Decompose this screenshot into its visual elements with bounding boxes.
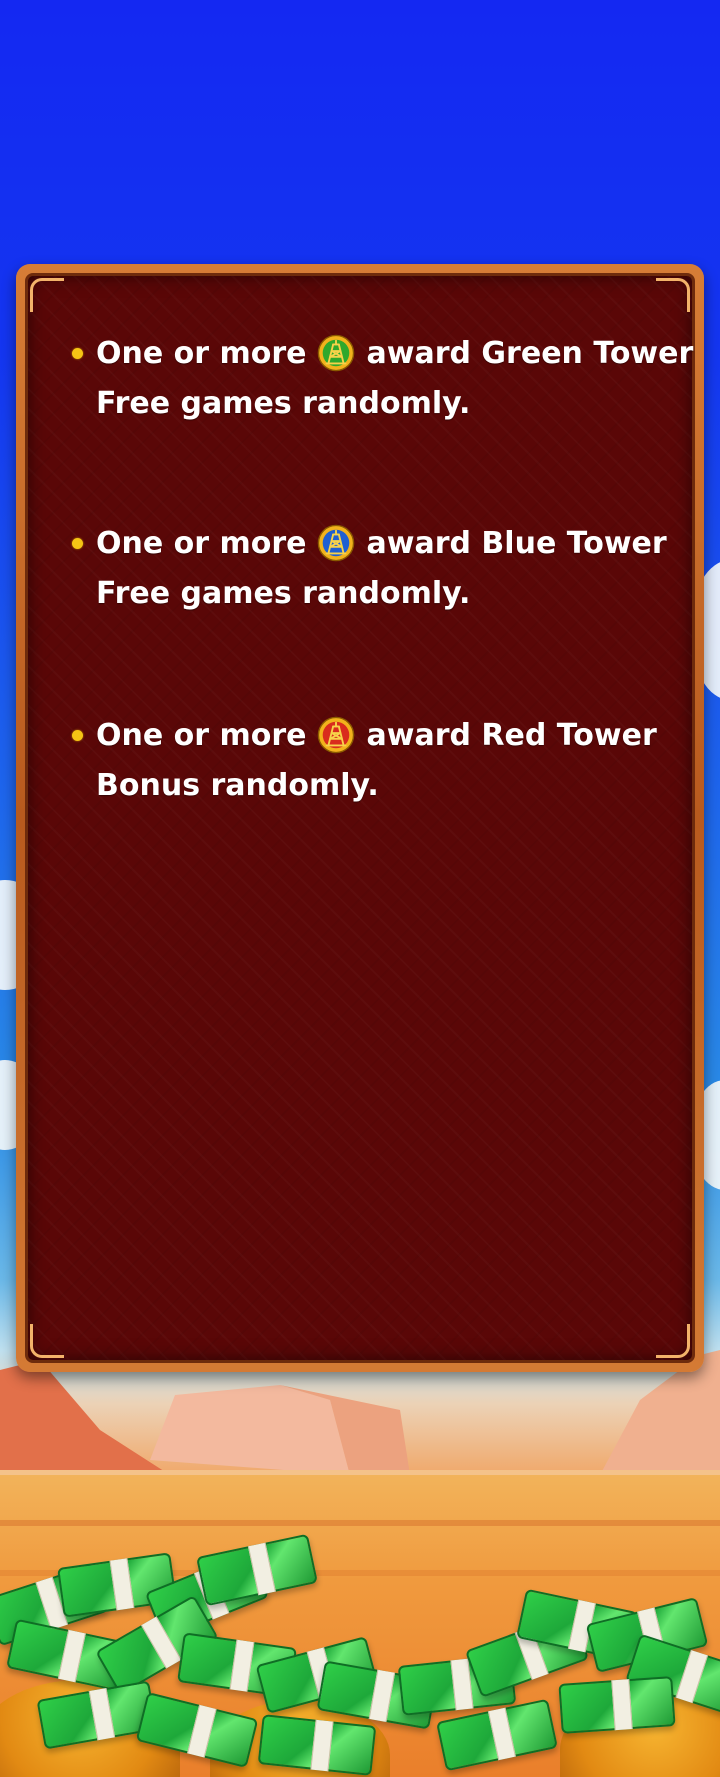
- rule-text-prefix: One or more: [96, 335, 307, 371]
- frame-corner-ornament: [30, 278, 64, 312]
- bullet-dot: [72, 729, 83, 741]
- rule-text-suffix: award Red Tower: [366, 717, 657, 753]
- rule-text-line2: Bonus randomly.: [96, 767, 379, 803]
- game-background: One or more award Green Tower Free games…: [0, 0, 720, 1777]
- blue-tower-icon: [317, 524, 354, 562]
- bullet-dot: [72, 347, 83, 359]
- rule-text-suffix: award Green Tower: [366, 335, 694, 371]
- bullet-dot: [72, 537, 83, 549]
- frame-corner-ornament: [656, 278, 690, 312]
- rule-text-prefix: One or more: [96, 717, 307, 753]
- rules-panel: One or more award Green Tower Free games…: [25, 273, 695, 1363]
- rules-panel-frame: One or more award Green Tower Free games…: [16, 264, 704, 1372]
- frame-corner-ornament: [656, 1324, 690, 1358]
- frame-corner-ornament: [30, 1324, 64, 1358]
- money-pile: [0, 1533, 720, 1777]
- rule-item-red: One or more award Red Tower Bonus random…: [72, 710, 672, 810]
- rule-item-blue: One or more award Blue Tower Free games …: [72, 518, 672, 618]
- rule-item-green: One or more award Green Tower Free games…: [72, 328, 693, 428]
- rule-text-suffix: award Blue Tower: [366, 525, 667, 561]
- rule-text-line2: Free games randomly.: [96, 575, 471, 611]
- green-tower-icon: [317, 334, 354, 372]
- rule-text-line2: Free games randomly.: [96, 385, 471, 421]
- red-tower-icon: [317, 716, 354, 754]
- rule-text-prefix: One or more: [96, 525, 307, 561]
